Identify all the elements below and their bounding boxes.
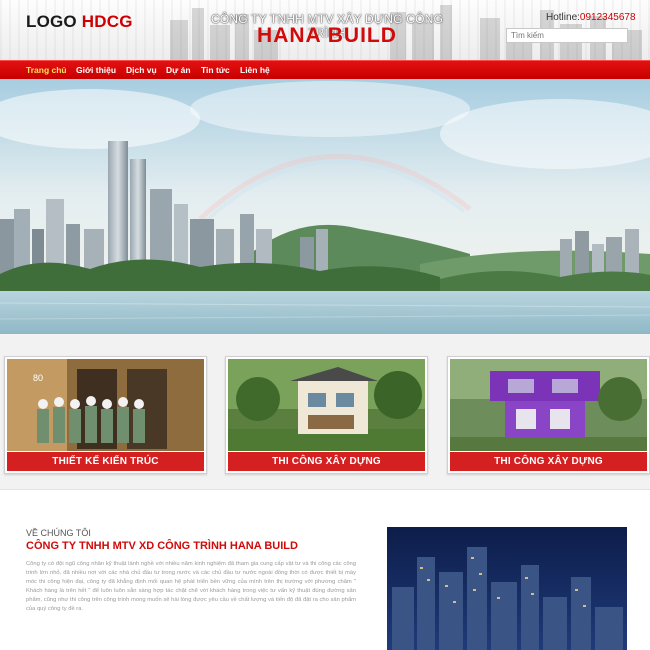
- city-landscape-image: [0, 79, 650, 334]
- nav-item-projects[interactable]: Dự án: [166, 65, 191, 75]
- villa-render-photo: [228, 359, 425, 451]
- services-section: 80 THIẾT KẾ KIẾN TRÚC THI CÔNG XÂY DỰNG …: [0, 334, 650, 490]
- about-subtitle: VỀ CHÚNG TÔI: [26, 528, 91, 538]
- service-card-architecture[interactable]: 80 THIẾT KẾ KIẾN TRÚC: [4, 356, 207, 474]
- service-card-label: THI CÔNG XÂY DỰNG: [228, 452, 425, 471]
- architecture-team-photo: 80: [7, 359, 204, 451]
- site-header: LOGO HDCG CÔNG TY TNHH MTV XÂY DỰNG CÔNG…: [0, 0, 650, 60]
- logo-accent: HDCG: [81, 12, 133, 31]
- nav-item-services[interactable]: Dịch vụ: [126, 65, 157, 75]
- night-city-photo: [387, 527, 627, 650]
- service-card-label: THIẾT KẾ KIẾN TRÚC: [7, 452, 204, 471]
- nav-item-home[interactable]: Trang chủ: [26, 65, 67, 75]
- hotline-label: Hotline:: [546, 12, 580, 23]
- about-title: CÔNG TY TNHH MTV XD CÔNG TRÌNH HANA BUIL…: [26, 540, 298, 552]
- logo-text: LOGO: [26, 12, 77, 31]
- service-card-construction-1[interactable]: THI CÔNG XÂY DỰNG: [225, 356, 428, 474]
- main-nav: Trang chủ Giới thiệu Dịch vụ Dự án Tin t…: [0, 60, 650, 79]
- about-body-text: Công ty có đội ngũ công nhân kỹ thuật là…: [26, 561, 356, 612]
- service-card-construction-2[interactable]: THI CÔNG XÂY DỰNG: [447, 356, 650, 474]
- site-logo[interactable]: LOGO HDCG: [26, 12, 133, 32]
- service-card-label: THI CÔNG XÂY DỰNG: [450, 452, 647, 471]
- nav-item-about[interactable]: Giới thiệu: [76, 65, 116, 75]
- nav-item-news[interactable]: Tin tức: [201, 65, 230, 75]
- nav-item-contact[interactable]: Liên hệ: [240, 65, 270, 75]
- hero-banner: [0, 79, 650, 334]
- modern-house-render-photo: [450, 359, 647, 451]
- hotline[interactable]: Hotline:0912345678: [546, 12, 636, 23]
- search-input[interactable]: [506, 28, 628, 43]
- about-section: VỀ CHÚNG TÔI CÔNG TY TNHH MTV XD CÔNG TR…: [0, 490, 650, 650]
- svg-text:80: 80: [33, 373, 43, 383]
- brand-title: HANA BUILD: [257, 24, 397, 47]
- hotline-number: 0912345678: [579, 12, 636, 23]
